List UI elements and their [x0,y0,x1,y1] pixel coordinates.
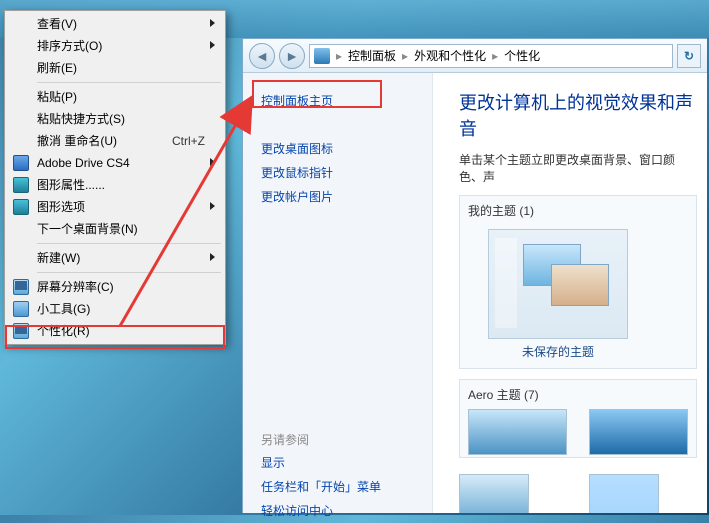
menu-next-background[interactable]: 下一个桌面背景(N) [7,218,223,240]
personalize-icon [13,323,29,339]
menu-paste-label: 粘贴(P) [37,90,77,104]
intel-gfx-icon [13,199,29,215]
nav-forward-button[interactable]: ► [279,43,305,69]
side-link-ease-of-access[interactable]: 轻松访问中心 [261,499,432,523]
menu-sort[interactable]: 排序方式(O) [7,35,223,57]
menu-paste-shortcut[interactable]: 粘贴快捷方式(S) [7,108,223,130]
menu-undo-shortcut: Ctrl+Z [172,130,205,152]
breadcrumb-personalize[interactable]: 个性化 [504,47,540,64]
menu-personalize[interactable]: 个性化(R) [7,320,223,342]
menu-personalize-label: 个性化(R) [37,324,90,338]
side-link-taskbar[interactable]: 任务栏和「开始」菜单 [261,475,432,499]
aero-themes-label: Aero 主题 (7) [468,386,688,403]
submenu-arrow-icon [210,158,215,166]
desktop-background-icon [459,474,529,513]
menu-separator [37,243,221,244]
nav-back-button[interactable]: ◄ [249,43,275,69]
breadcrumb-cp[interactable]: 控制面板 [348,47,396,64]
menu-refresh[interactable]: 刷新(E) [7,57,223,79]
menu-image-options[interactable]: 图形选项 [7,196,223,218]
aero-themes-group: Aero 主题 (7) [459,379,697,458]
intel-gfx-icon [13,177,29,193]
menu-gadgets-label: 小工具(G) [37,302,90,316]
side-link-home[interactable]: 控制面板主页 [261,89,432,113]
submenu-arrow-icon [210,19,215,27]
my-themes-label: 我的主题 (1) [468,202,688,219]
monitor-icon [13,279,29,295]
control-panel-icon [314,48,330,64]
menu-view[interactable]: 查看(V) [7,13,223,35]
side-link-change-account-pic[interactable]: 更改帐户图片 [261,185,432,209]
side-link-change-icons[interactable]: 更改桌面图标 [261,137,432,161]
menu-next-background-label: 下一个桌面背景(N) [37,222,138,236]
control-panel-window: ◄ ► ▸ 控制面板 ▸ 外观和个性化 ▸ 个性化 ↻ 控制面板主页 更改桌面图… [242,38,707,513]
menu-adobe-drive[interactable]: Adobe Drive CS4 [7,152,223,174]
menu-new[interactable]: 新建(W) [7,247,223,269]
menu-image-properties-label: 图形属性...... [37,178,105,192]
submenu-arrow-icon [210,202,215,210]
arrow-right-icon: ► [285,48,299,64]
adobe-drive-icon [13,155,29,171]
breadcrumb[interactable]: ▸ 控制面板 ▸ 外观和个性化 ▸ 个性化 [309,44,673,68]
menu-paste[interactable]: 粘贴(P) [7,86,223,108]
control-panel-body: 控制面板主页 更改桌面图标 更改鼠标指针 更改帐户图片 另请参阅 显示 任务栏和… [243,73,707,513]
aero-theme-thumb[interactable] [589,409,688,455]
tile-window-color[interactable]: 窗口颜色 天空 [589,474,659,513]
arrow-left-icon: ◄ [255,48,269,64]
menu-separator [37,82,221,83]
menu-image-options-label: 图形选项 [37,200,85,214]
breadcrumb-sep-icon: ▸ [334,49,344,63]
personalization-tiles: 桌面背景 放映幻灯片 窗口颜色 天空 [459,474,697,513]
menu-new-label: 新建(W) [37,251,80,265]
main-pane: 更改计算机上的视觉效果和声音 单击某个主题立即更改桌面背景、窗口颜色、声 我的主… [433,73,707,513]
theme-label-unsaved: 未保存的主题 [488,343,628,360]
page-subtitle: 单击某个主题立即更改桌面背景、窗口颜色、声 [459,151,697,185]
side-link-display[interactable]: 显示 [261,451,432,475]
gadgets-icon [13,301,29,317]
theme-thumbnail-unsaved[interactable] [488,229,628,339]
side-link-change-pointer[interactable]: 更改鼠标指针 [261,161,432,185]
menu-undo-rename-label: 撤消 重命名(U) [37,134,117,148]
aero-theme-thumb[interactable] [468,409,567,455]
address-bar: ◄ ► ▸ 控制面板 ▸ 外观和个性化 ▸ 个性化 ↻ [243,39,707,73]
submenu-arrow-icon [210,253,215,261]
menu-paste-shortcut-label: 粘贴快捷方式(S) [37,112,125,126]
menu-screen-resolution[interactable]: 屏幕分辨率(C) [7,276,223,298]
refresh-icon: ↻ [684,49,694,63]
side-spacer [261,329,432,429]
breadcrumb-sep-icon: ▸ [490,49,500,63]
window-color-icon [589,474,659,513]
side-see-also-header: 另请参阅 [261,429,432,451]
desktop-context-menu: 查看(V) 排序方式(O) 刷新(E) 粘贴(P) 粘贴快捷方式(S) 撤消 重… [4,10,226,345]
aero-theme-row [468,409,688,455]
menu-undo-rename[interactable]: 撤消 重命名(U) Ctrl+Z [7,130,223,152]
breadcrumb-appearance[interactable]: 外观和个性化 [414,47,486,64]
page-title: 更改计算机上的视觉效果和声音 [459,89,697,141]
menu-separator [37,272,221,273]
theme-preview-window-icon [551,264,609,306]
menu-sort-label: 排序方式(O) [37,39,102,53]
menu-screen-resolution-label: 屏幕分辨率(C) [37,280,114,294]
menu-image-properties[interactable]: 图形属性...... [7,174,223,196]
menu-adobe-drive-label: Adobe Drive CS4 [37,156,130,170]
refresh-button[interactable]: ↻ [677,44,701,68]
menu-gadgets[interactable]: 小工具(G) [7,298,223,320]
my-themes-group: 我的主题 (1) 未保存的主题 [459,195,697,369]
submenu-arrow-icon [210,41,215,49]
menu-view-label: 查看(V) [37,17,77,31]
menu-refresh-label: 刷新(E) [37,61,77,75]
side-panel: 控制面板主页 更改桌面图标 更改鼠标指针 更改帐户图片 另请参阅 显示 任务栏和… [243,73,433,513]
tile-desktop-background[interactable]: 桌面背景 放映幻灯片 [459,474,529,513]
breadcrumb-sep-icon: ▸ [400,49,410,63]
